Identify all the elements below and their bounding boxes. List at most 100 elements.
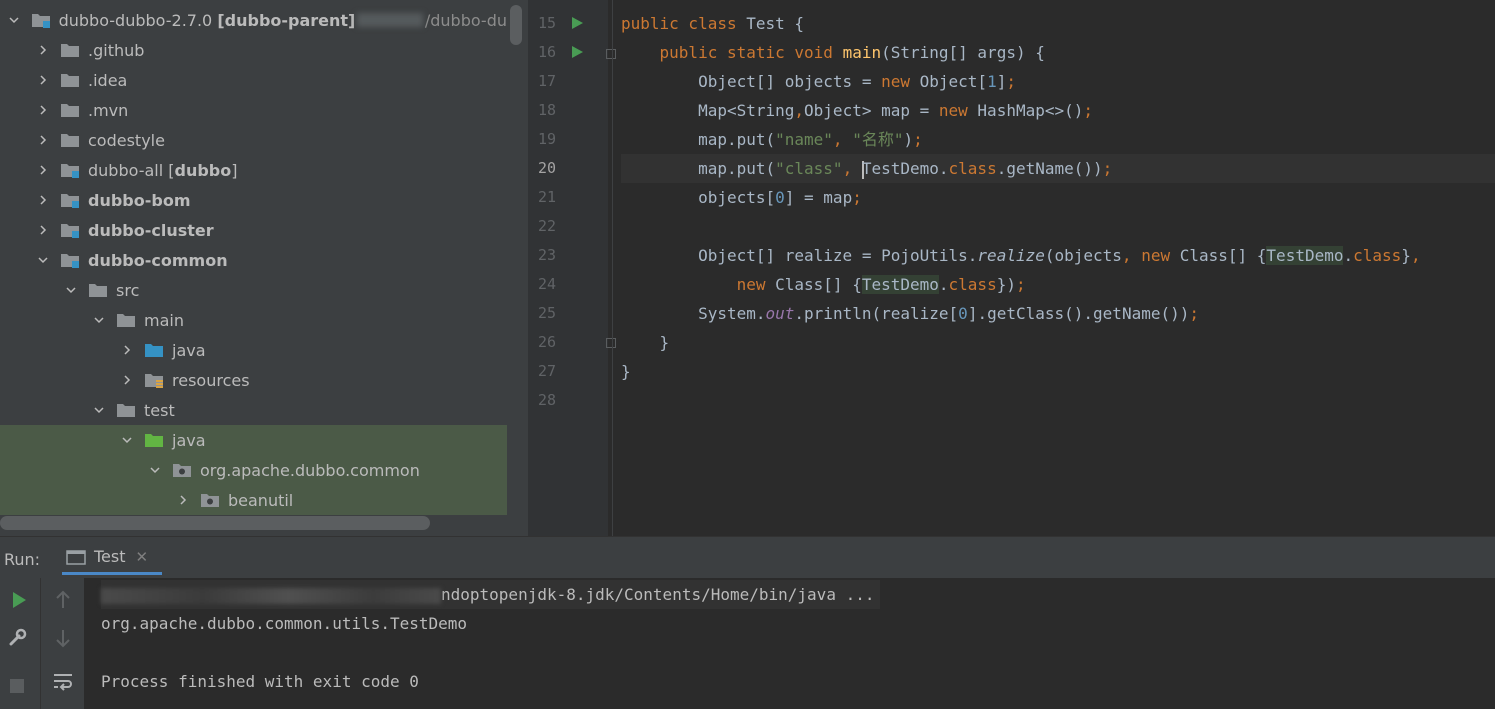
code-line-26: } [621, 333, 670, 352]
code-line-20: map.put("class", TestDemo.class.getName(… [621, 154, 1495, 183]
redacted-command [101, 587, 441, 604]
rerun-icon[interactable] [9, 590, 29, 610]
line-number: 22 [537, 217, 556, 235]
tree-item-dubbo-cluster[interactable]: dubbo-cluster [0, 215, 507, 245]
chevron-right-icon[interactable] [36, 103, 50, 117]
run-method-icon[interactable] [572, 46, 583, 58]
chevron-right-icon[interactable] [120, 373, 134, 387]
soft-wrap-icon[interactable] [51, 670, 75, 692]
tree-item-test-java[interactable]: java [0, 425, 507, 455]
tree-item-mvn[interactable]: .mvn [0, 95, 507, 125]
chevron-down-icon[interactable] [92, 403, 106, 417]
tree-item-dubbo-common[interactable]: dubbo-common [0, 245, 507, 275]
run-toolbar-secondary [40, 578, 85, 709]
code-line-23: Object[] realize = PojoUtils.realize(obj… [621, 246, 1421, 265]
code-line-15: public class Test { [621, 14, 805, 33]
tree-vertical-scrollbar[interactable] [510, 5, 522, 45]
chevron-right-icon[interactable] [36, 73, 50, 87]
tree-item-github[interactable]: .github [0, 35, 507, 65]
redacted-path [357, 13, 423, 27]
tree-item-label: beanutil [228, 490, 294, 510]
arrow-down-icon[interactable] [53, 628, 73, 648]
package-icon [172, 462, 192, 478]
chevron-down-icon[interactable] [120, 433, 134, 447]
code-line-21: objects[0] = map; [621, 188, 862, 207]
tree-item-dubbo-bom[interactable]: dubbo-bom [0, 185, 507, 215]
folder-icon [88, 282, 108, 298]
text-caret [861, 160, 864, 179]
gutter-divider [612, 0, 613, 536]
code-line-24: new Class[] {TestDemo.class}); [736, 275, 1026, 294]
fold-icon[interactable] [606, 49, 616, 59]
module-folder-icon [60, 252, 80, 268]
tree-item-main[interactable]: main [0, 305, 507, 335]
resources-folder-icon [144, 372, 164, 388]
tree-item-label: dubbo-common [88, 250, 228, 270]
chevron-down-icon[interactable] [7, 13, 20, 27]
tree-item-label: dubbo-bom [88, 190, 191, 210]
run-class-icon[interactable] [572, 17, 583, 29]
line-number: 27 [537, 362, 556, 380]
tree-root-path: /dubbo-du [424, 10, 507, 30]
tree-item-idea[interactable]: .idea [0, 65, 507, 95]
tree-item-label: src [116, 280, 140, 300]
line-number: 23 [537, 246, 556, 264]
line-number: 24 [537, 275, 556, 293]
tree-item-label: main [144, 310, 184, 330]
wrench-icon[interactable] [7, 626, 29, 648]
tree-item-main-java[interactable]: java [0, 335, 507, 365]
tree-horizontal-scrollbar[interactable] [0, 516, 430, 530]
line-number: 28 [537, 391, 556, 409]
tree-item-root[interactable]: dubbo-dubbo-2.7.0 [dubbo-parent] /dubbo-… [0, 5, 507, 35]
close-icon[interactable]: ✕ [136, 548, 149, 566]
tree-item-dubbo-all[interactable]: dubbo-all [dubbo] [0, 155, 507, 185]
tree-item-src[interactable]: src [0, 275, 507, 305]
run-config-icon [66, 549, 86, 565]
line-number: 18 [537, 101, 556, 119]
code-line-17: Object[] objects = new Object[1]; [621, 72, 1016, 91]
chevron-down-icon[interactable] [36, 253, 50, 267]
line-number: 16 [537, 43, 556, 61]
line-number: 25 [537, 304, 556, 322]
tree-item-test[interactable]: test [0, 395, 507, 425]
folder-icon [60, 102, 80, 118]
chevron-right-icon[interactable] [36, 133, 50, 147]
chevron-right-icon[interactable] [36, 223, 50, 237]
arrow-up-icon[interactable] [53, 590, 73, 610]
tree-scrollbar-track [507, 0, 528, 536]
code-line-19: map.put("name", "名称"); [621, 130, 923, 149]
line-number: 15 [537, 14, 556, 32]
run-console[interactable]: ndoptopenjdk-8.jdk/Contents/Home/bin/jav… [84, 578, 1495, 709]
module-folder-icon [60, 162, 80, 178]
folder-icon [116, 402, 136, 418]
code-editor[interactable]: 15 16 17 18 19 20 21 22 23 24 25 26 27 2… [528, 0, 1495, 536]
console-command-text: ndoptopenjdk-8.jdk/Contents/Home/bin/jav… [441, 585, 875, 604]
stop-icon[interactable] [9, 678, 25, 694]
tree-item-label: codestyle [88, 130, 165, 150]
tree-item-package-beanutil[interactable]: beanutil [0, 485, 507, 515]
run-panel-header: Run: Test ✕ [0, 536, 1495, 579]
console-finished-line: Process finished with exit code 0 [101, 672, 419, 691]
package-icon [200, 492, 220, 508]
chevron-right-icon[interactable] [36, 43, 50, 57]
line-number-current: 20 [537, 159, 556, 177]
tree-item-codestyle[interactable]: codestyle [0, 125, 507, 155]
chevron-down-icon[interactable] [64, 283, 78, 297]
module-folder-icon [31, 12, 51, 28]
run-panel-label: Run: [4, 550, 41, 569]
run-tab-test[interactable]: Test ✕ [62, 541, 163, 575]
fold-icon[interactable] [606, 338, 616, 348]
tree-item-package-common[interactable]: org.apache.dubbo.common [0, 455, 507, 485]
chevron-down-icon[interactable] [92, 313, 106, 327]
tree-item-label: resources [172, 370, 250, 390]
chevron-right-icon[interactable] [36, 163, 50, 177]
chevron-down-icon[interactable] [148, 463, 162, 477]
chevron-right-icon[interactable] [36, 193, 50, 207]
chevron-right-icon[interactable] [120, 343, 134, 357]
run-tab-label: Test [94, 547, 126, 566]
run-toolbar [0, 578, 40, 709]
chevron-right-icon[interactable] [176, 493, 190, 507]
tree-item-resources[interactable]: resources [0, 365, 507, 395]
tree-item-module: dubbo [174, 160, 232, 180]
source-folder-icon [144, 342, 164, 358]
